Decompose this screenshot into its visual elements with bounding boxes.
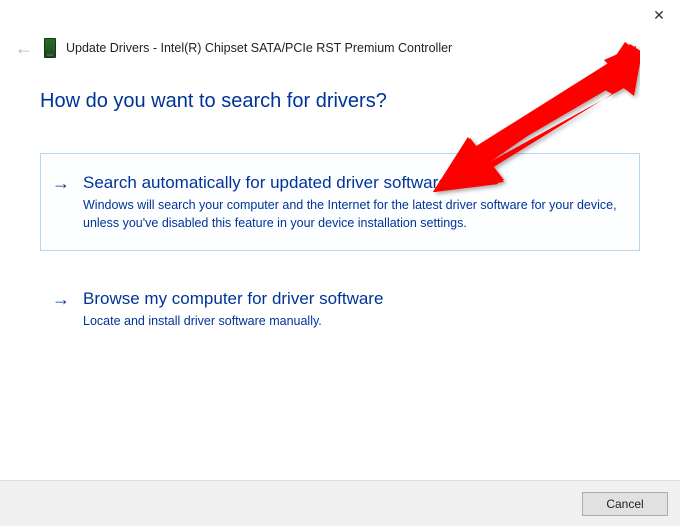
- option-body: Search automatically for updated driver …: [83, 172, 621, 232]
- option-body: Browse my computer for driver software L…: [83, 288, 621, 330]
- cancel-button[interactable]: Cancel: [582, 492, 668, 516]
- option-title: Browse my computer for driver software: [83, 288, 621, 310]
- right-arrow-icon: →: [51, 172, 71, 194]
- right-arrow-icon: →: [51, 288, 71, 310]
- option-title: Search automatically for updated driver …: [83, 172, 621, 194]
- close-icon[interactable]: ✕: [650, 6, 668, 24]
- option-description: Windows will search your computer and th…: [83, 196, 621, 232]
- back-arrow-icon[interactable]: ←: [14, 38, 34, 58]
- option-search-automatically[interactable]: → Search automatically for updated drive…: [40, 153, 640, 251]
- option-description: Locate and install driver software manua…: [83, 312, 621, 330]
- page-heading: How do you want to search for drivers?: [40, 90, 640, 113]
- wizard-content: How do you want to search for drivers? →…: [0, 58, 680, 349]
- option-browse-computer[interactable]: → Browse my computer for driver software…: [40, 269, 640, 349]
- window-title: Update Drivers - Intel(R) Chipset SATA/P…: [66, 41, 452, 55]
- wizard-footer: Cancel: [0, 480, 680, 526]
- wizard-header: ← Update Drivers - Intel(R) Chipset SATA…: [0, 34, 680, 58]
- title-bar: ✕: [0, 0, 680, 34]
- device-icon: [44, 38, 56, 58]
